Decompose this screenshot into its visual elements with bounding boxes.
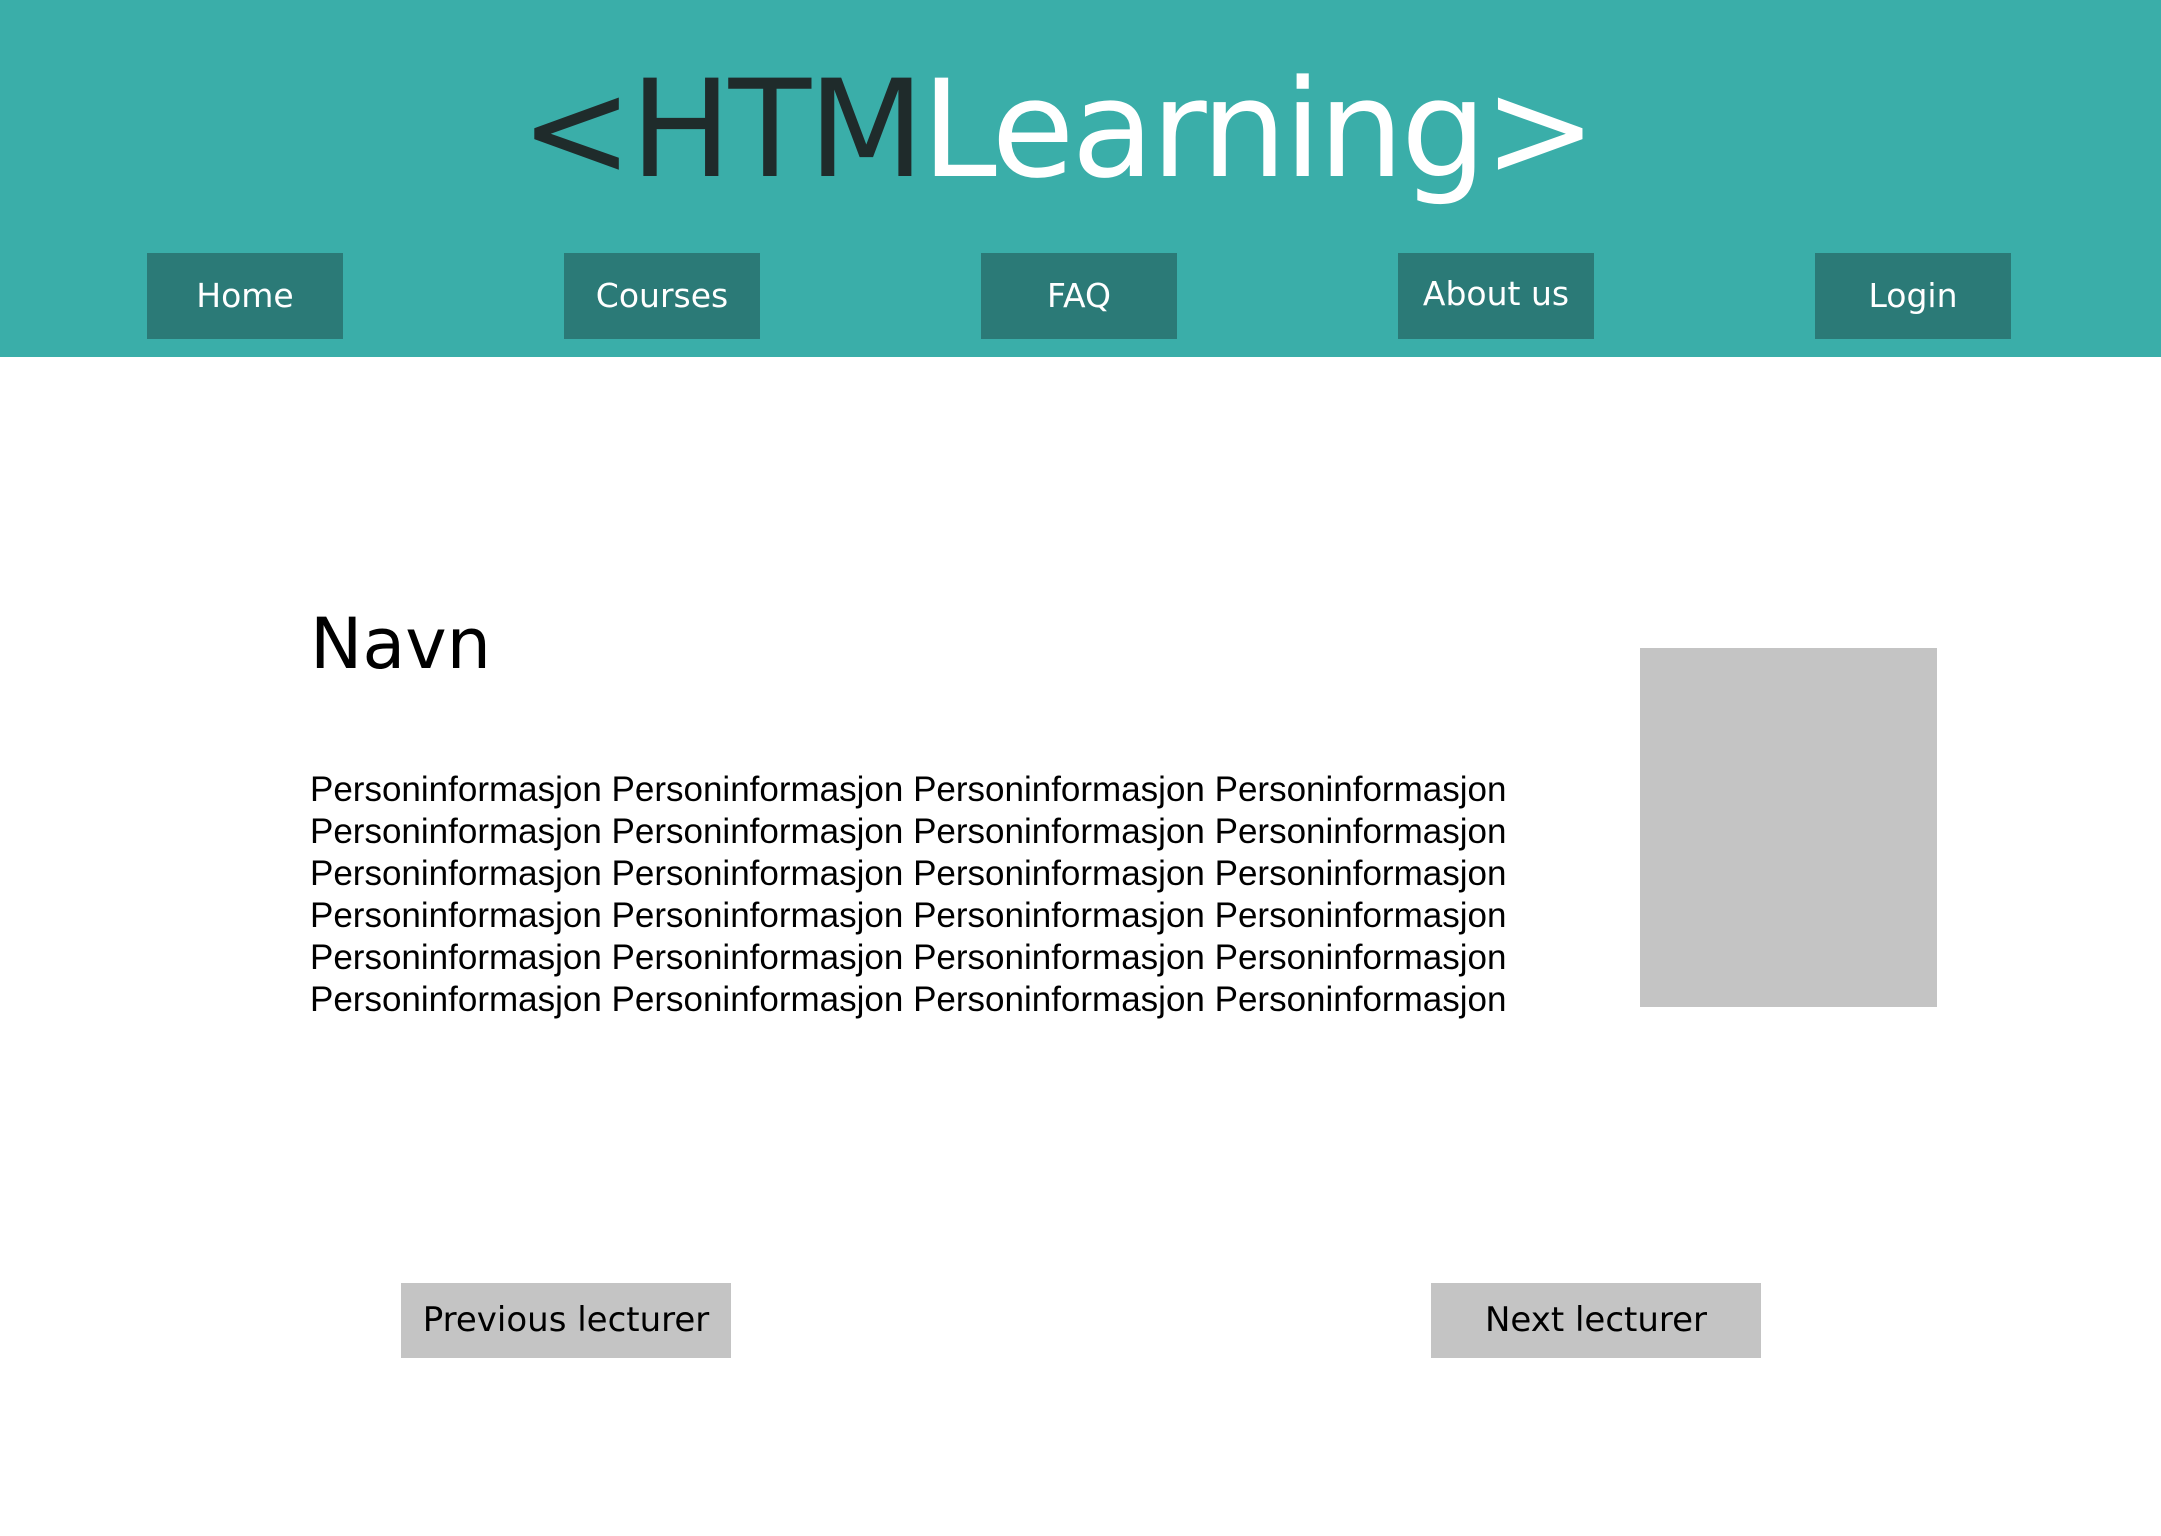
- bio-line: Personinformasjon Personinformasjon Pers…: [310, 896, 1507, 935]
- logo-suffix: Learning>: [921, 51, 1597, 208]
- previous-lecturer-button[interactable]: Previous lecturer: [401, 1283, 731, 1358]
- nav-courses-button[interactable]: Courses: [564, 253, 760, 339]
- site-logo[interactable]: <HTMLearning>: [520, 50, 1597, 210]
- nav-login-button[interactable]: Login: [1815, 253, 2011, 339]
- nav-faq-button[interactable]: FAQ: [981, 253, 1177, 339]
- nav-about-us-button[interactable]: About us: [1398, 253, 1594, 339]
- page: <HTMLearning> Home Courses FAQ About us …: [0, 0, 2161, 1536]
- lecturer-name: Navn: [310, 603, 492, 685]
- bio-line: Personinformasjon Personinformasjon Pers…: [310, 938, 1507, 977]
- site-header: <HTMLearning> Home Courses FAQ About us …: [0, 0, 2161, 357]
- bio-line: Personinformasjon Personinformasjon Pers…: [310, 770, 1507, 809]
- nav-home-button[interactable]: Home: [147, 253, 343, 339]
- lecturer-photo-placeholder: [1640, 648, 1937, 1007]
- next-lecturer-button[interactable]: Next lecturer: [1431, 1283, 1761, 1358]
- bio-line: Personinformasjon Personinformasjon Pers…: [310, 812, 1507, 851]
- bio-line: Personinformasjon Personinformasjon Pers…: [310, 980, 1507, 1019]
- logo-prefix: <HTM: [520, 51, 925, 208]
- bio-line: Personinformasjon Personinformasjon Pers…: [310, 854, 1507, 893]
- lecturer-bio: Personinformasjon Personinformasjon Pers…: [310, 769, 1600, 1021]
